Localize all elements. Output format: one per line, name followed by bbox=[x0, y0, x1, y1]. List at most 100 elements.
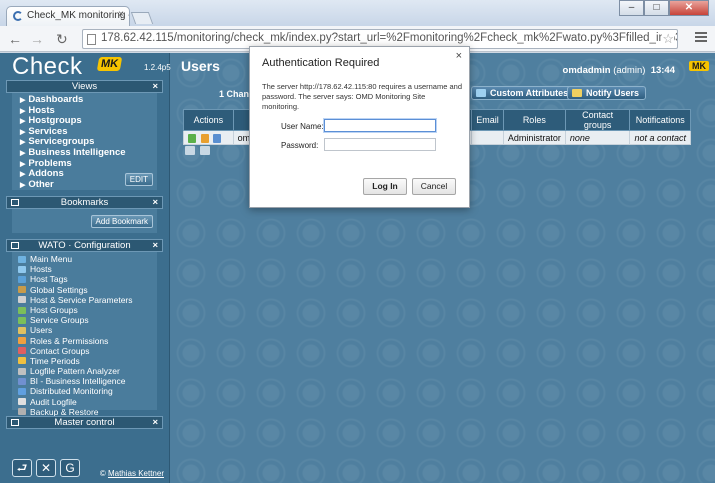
new-tab-button[interactable] bbox=[130, 12, 154, 24]
username-field[interactable] bbox=[324, 119, 436, 132]
custom-attributes-button[interactable]: Custom Attributes bbox=[471, 86, 576, 100]
window-close-button[interactable]: ✕ bbox=[669, 0, 709, 16]
custom-attributes-icon bbox=[476, 89, 486, 97]
wato-item-main-menu[interactable]: Main Menu bbox=[18, 254, 157, 264]
wato-item-host-groups[interactable]: Host Groups bbox=[18, 305, 157, 315]
username-label: User Name: bbox=[281, 122, 324, 131]
wato-item-roles-permissions[interactable]: Roles & Permissions bbox=[18, 336, 157, 346]
host-tags-icon bbox=[18, 275, 26, 283]
users-icon bbox=[18, 326, 26, 334]
expand-triangle-icon: ▶ bbox=[20, 160, 26, 168]
expand-triangle-icon: ▶ bbox=[20, 181, 26, 189]
views-edit-button[interactable]: EDIT bbox=[124, 173, 153, 186]
bulk-select-icon[interactable] bbox=[185, 145, 195, 155]
col-contact-groups: Contact groups bbox=[564, 109, 631, 131]
wato-box-icon bbox=[11, 242, 19, 249]
auth-dialog: Authentication Required × The server htt… bbox=[249, 46, 470, 208]
window-controls: – □ ✕ bbox=[619, 0, 709, 16]
views-title: Views bbox=[71, 81, 98, 92]
wato-item-contact-groups[interactable]: Contact Groups bbox=[18, 346, 157, 356]
dialog-close-icon[interactable]: × bbox=[456, 50, 462, 62]
wato-item-bi[interactable]: BI - Business Intelligence bbox=[18, 376, 157, 386]
views-close-icon[interactable]: × bbox=[152, 81, 158, 92]
wato-item-host-service-parameters[interactable]: Host & Service Parameters bbox=[18, 295, 157, 305]
hosts-icon bbox=[18, 265, 26, 273]
bookmarks-snapin-header[interactable]: Bookmarks × bbox=[6, 196, 163, 209]
views-snapin-header[interactable]: Views × bbox=[6, 80, 163, 93]
contact-groups-icon bbox=[18, 347, 26, 355]
row-actions bbox=[183, 130, 234, 145]
bi-icon bbox=[18, 377, 26, 385]
host-groups-icon bbox=[18, 306, 26, 314]
address-bar-url: 178.62.42.115/monitoring/check_mk/index.… bbox=[101, 32, 677, 44]
bookmark-box-icon bbox=[11, 199, 19, 206]
add-snapin-icon[interactable]: ⮐ bbox=[12, 459, 32, 477]
wato-item-users[interactable]: Users bbox=[18, 325, 157, 335]
wato-close-icon[interactable]: × bbox=[152, 240, 158, 251]
roles-icon bbox=[18, 337, 26, 345]
forward-arrow-icon[interactable]: → bbox=[30, 31, 44, 47]
author-link[interactable]: Mathias Kettner bbox=[108, 469, 164, 478]
edit-icon[interactable] bbox=[188, 133, 196, 143]
bookmarks-close-icon[interactable]: × bbox=[152, 197, 158, 208]
sidebar-bottom-bar: ⮐ ✕ G © Mathias Kettner bbox=[6, 453, 164, 483]
wato-item-service-groups[interactable]: Service Groups bbox=[18, 315, 157, 325]
audit-logfile-icon bbox=[18, 398, 26, 406]
maximize-button[interactable]: □ bbox=[644, 0, 669, 16]
row-notifications: not a contact bbox=[629, 130, 691, 145]
views-list: ▶ Dashboards ▶ Hosts ▶ Hostgroups ▶ Services… bbox=[12, 93, 157, 190]
clone-icon[interactable] bbox=[200, 133, 209, 143]
wato-item-distributed-monitoring[interactable]: Distributed Monitoring bbox=[18, 386, 157, 396]
page-icon bbox=[87, 34, 96, 45]
dialog-message: The server http://178.62.42.115:80 requi… bbox=[262, 82, 462, 111]
notify-users-icon bbox=[572, 89, 582, 97]
add-bookmark-button[interactable]: Add Bookmark bbox=[90, 215, 153, 228]
dialog-title: Authentication Required bbox=[262, 57, 380, 69]
logout-icon[interactable]: G bbox=[60, 459, 80, 477]
rulesets-icon bbox=[18, 296, 26, 304]
master-control-close-icon[interactable]: × bbox=[152, 417, 158, 428]
master-control-title: Master control bbox=[54, 417, 115, 428]
wato-title: WATO · Configuration bbox=[38, 240, 131, 251]
reload-icon[interactable]: ↻ bbox=[56, 31, 68, 47]
wato-item-hosts[interactable]: Hosts bbox=[18, 264, 157, 274]
password-field[interactable] bbox=[324, 138, 436, 151]
tab-favicon-icon bbox=[13, 11, 23, 21]
browser-tab[interactable]: Check_MK monitoring - L × bbox=[6, 6, 130, 26]
bulk-edit-icon[interactable] bbox=[200, 145, 211, 155]
sidebar: Check MK 1.2.4p5 Views × ▶ Dashboards ▶ Ho… bbox=[0, 53, 171, 483]
wato-item-logfile-pattern-analyzer[interactable]: Logfile Pattern Analyzer bbox=[18, 366, 157, 376]
distributed-monitoring-icon bbox=[18, 388, 26, 396]
copyright-notice: © Mathias Kettner bbox=[99, 469, 164, 478]
tab-close-icon[interactable]: × bbox=[118, 9, 124, 20]
wato-item-audit-logfile[interactable]: Audit Logfile bbox=[18, 397, 157, 407]
bookmarks-body: Add Bookmark bbox=[12, 209, 157, 233]
checkmk-logo[interactable]: Check MK 1.2.4p5 bbox=[0, 53, 171, 80]
wato-item-host-tags[interactable]: Host Tags bbox=[18, 274, 157, 284]
tools-icon[interactable]: ✕ bbox=[36, 459, 56, 477]
bookmark-star-icon[interactable]: ☆ bbox=[662, 31, 674, 47]
bulk-actions bbox=[185, 144, 212, 156]
master-control-box-icon bbox=[11, 419, 19, 426]
clock: 13:44 bbox=[650, 65, 675, 76]
login-button[interactable]: Log In bbox=[363, 178, 407, 195]
password-label: Password: bbox=[281, 141, 319, 150]
notify-users-button[interactable]: Notify Users bbox=[567, 86, 647, 100]
time-periods-icon bbox=[18, 357, 26, 365]
back-arrow-icon[interactable]: ← bbox=[8, 31, 22, 47]
master-control-snapin-header[interactable]: Master control × bbox=[6, 416, 163, 429]
minimize-button[interactable]: – bbox=[619, 0, 644, 16]
delete-icon[interactable] bbox=[213, 133, 222, 143]
browser-menu-icon[interactable] bbox=[695, 32, 707, 44]
wato-item-time-periods[interactable]: Time Periods bbox=[18, 356, 157, 366]
wato-item-global-settings[interactable]: Global Settings bbox=[18, 285, 157, 295]
version-label: 1.2.4p5 bbox=[144, 63, 171, 72]
cancel-button[interactable]: Cancel bbox=[412, 178, 456, 195]
backup-icon bbox=[18, 408, 26, 416]
tab-title: Check_MK monitoring - L bbox=[27, 10, 130, 21]
col-actions: Actions bbox=[183, 109, 234, 131]
row-email bbox=[471, 130, 504, 145]
user-role: (admin) bbox=[613, 65, 646, 76]
expand-triangle-icon: ▶ bbox=[20, 139, 26, 147]
wato-snapin-header[interactable]: WATO · Configuration × bbox=[6, 239, 163, 252]
